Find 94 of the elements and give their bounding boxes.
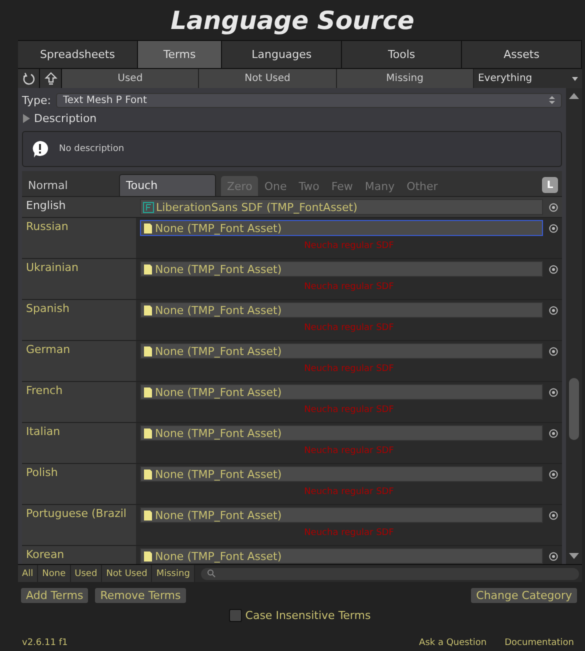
document-icon	[143, 346, 153, 356]
mode-tab[interactable]: Normal	[22, 174, 119, 196]
checkbox-label: Case Insensitive Terms	[245, 609, 371, 622]
stepper-icon	[549, 94, 555, 104]
document-icon	[143, 264, 153, 274]
font-field[interactable]: None (TMP_Font Asset)	[140, 548, 543, 564]
font-field[interactable]: LiberationSans SDF (TMP_FontAsset)	[140, 199, 543, 215]
font-field[interactable]: None (TMP_Font Asset)	[140, 302, 543, 318]
document-icon	[143, 222, 153, 234]
action-button[interactable]: Remove Terms	[94, 587, 187, 604]
scrollbar[interactable]	[566, 88, 582, 564]
change-category-button[interactable]: Change Category	[470, 587, 578, 604]
scroll-up-icon[interactable]	[569, 92, 579, 100]
fallback-font-text: Neucha regular SDF	[303, 240, 395, 253]
language-name: French	[22, 382, 136, 422]
fallback-font-text: Neucha regular SDF	[303, 404, 395, 417]
filter-button[interactable]: Not Used	[199, 69, 337, 88]
action-button[interactable]: Add Terms	[20, 587, 90, 604]
document-icon	[143, 550, 153, 562]
filter-button[interactable]: Missing	[152, 565, 195, 582]
plural-tab[interactable]: Two	[292, 176, 326, 196]
font-field[interactable]: None (TMP_Font Asset)	[140, 261, 543, 277]
object-picker-icon[interactable]	[549, 428, 558, 438]
filter-button[interactable]: All	[18, 565, 38, 582]
triangle-icon	[22, 114, 31, 122]
object-picker-icon[interactable]	[549, 224, 558, 232]
checkbox[interactable]	[229, 609, 242, 622]
type-dropdown[interactable]: Text Mesh P Font	[56, 92, 562, 108]
filter-button[interactable]: Used	[62, 69, 200, 88]
object-picker-icon[interactable]	[549, 264, 558, 274]
language-name: German	[22, 341, 136, 381]
mode-tab[interactable]: Touch	[119, 174, 216, 196]
document-icon	[143, 386, 153, 398]
language-name: Italian	[22, 423, 136, 463]
font-field[interactable]: None (TMP_Font Asset)	[140, 220, 543, 236]
fallback-font-text: Neucha regular SDF	[303, 445, 395, 458]
font-asset-icon	[143, 202, 154, 212]
filter-button[interactable]: Used	[70, 565, 102, 582]
plural-tab[interactable]: One	[258, 176, 293, 196]
font-field[interactable]: None (TMP_Font Asset)	[140, 384, 543, 400]
language-name: Polish	[22, 464, 136, 504]
description-toggle[interactable]: Description	[22, 109, 562, 127]
tab[interactable]: Terms	[138, 41, 222, 68]
info-icon	[31, 140, 49, 158]
object-picker-icon[interactable]	[549, 346, 558, 356]
object-picker-icon[interactable]	[549, 552, 558, 560]
filter-button[interactable]: Not Used	[102, 565, 152, 582]
fallback-font-text: Neucha regular SDF	[303, 527, 395, 540]
fallback-font-text: Neucha regular SDF	[303, 322, 395, 335]
object-picker-icon[interactable]	[549, 202, 558, 212]
language-name: English	[22, 197, 136, 217]
font-field[interactable]: None (TMP_Font Asset)	[140, 343, 543, 359]
search-field[interactable]	[200, 568, 579, 580]
scroll-thumb[interactable]	[569, 378, 579, 440]
object-picker-icon[interactable]	[549, 388, 558, 396]
caret-icon	[572, 76, 578, 80]
language-name: Ukrainian	[22, 259, 136, 299]
search-icon	[206, 569, 216, 578]
tab[interactable]: Spreadsheets	[18, 41, 138, 68]
object-picker-icon[interactable]	[549, 470, 558, 478]
plural-tab[interactable]: Other	[400, 176, 444, 196]
window-title: Language Source	[170, 6, 414, 34]
plural-tab[interactable]: Few	[325, 176, 359, 196]
filter-button[interactable]: Missing	[336, 69, 474, 88]
plural-tab[interactable]: Many	[358, 176, 401, 196]
language-name: Russian	[22, 218, 136, 258]
description-text: No description	[59, 144, 124, 154]
footer-link[interactable]: Ask a Question	[419, 638, 487, 648]
font-field[interactable]: None (TMP_Font Asset)	[140, 507, 543, 523]
lock-button[interactable]: L	[542, 177, 558, 193]
language-name: Korean	[22, 546, 136, 564]
scroll-down-icon[interactable]	[569, 552, 579, 560]
object-picker-icon[interactable]	[549, 510, 558, 520]
tab[interactable]: Assets	[462, 41, 582, 68]
font-field[interactable]: None (TMP_Font Asset)	[140, 425, 543, 441]
fallback-font-text: Neucha regular SDF	[303, 363, 395, 376]
tab[interactable]: Tools	[342, 41, 462, 68]
document-icon	[143, 510, 153, 520]
refresh-icon[interactable]	[18, 69, 40, 88]
object-picker-icon[interactable]	[549, 306, 558, 314]
upload-icon[interactable]	[40, 69, 62, 88]
fallback-font-text: Neucha regular SDF	[303, 281, 395, 294]
font-field[interactable]: None (TMP_Font Asset)	[140, 466, 543, 482]
document-icon	[143, 468, 153, 480]
document-icon	[143, 304, 153, 316]
type-label: Type:	[22, 94, 51, 106]
language-name: Spanish	[22, 300, 136, 340]
version-text: v2.6.11 f1	[22, 638, 68, 648]
filter-button[interactable]: None	[38, 565, 71, 582]
language-name: Portuguese (Brazil	[22, 505, 136, 545]
tab[interactable]: Languages	[222, 41, 342, 68]
fallback-font-text: Neucha regular SDF	[303, 486, 395, 499]
document-icon	[143, 428, 153, 438]
footer-link[interactable]: Documentation	[504, 638, 574, 648]
